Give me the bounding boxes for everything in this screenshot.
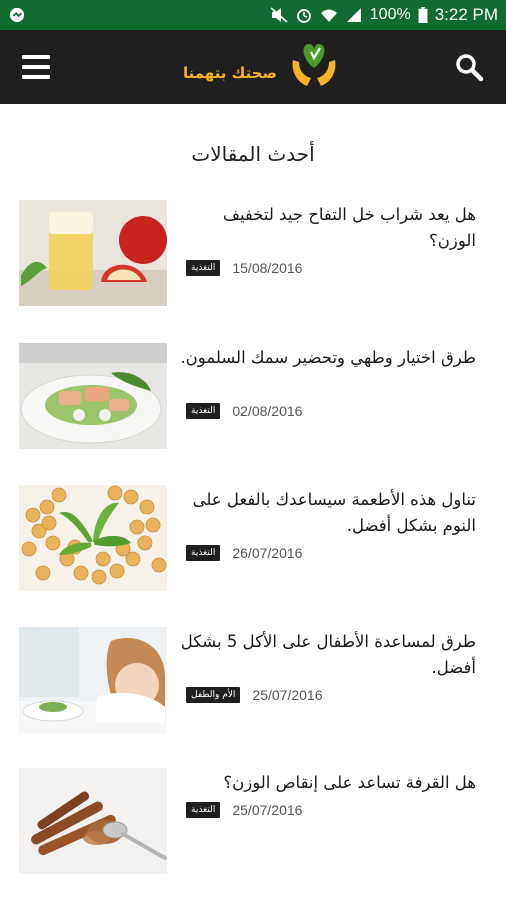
article-title[interactable]: هل القرفة تساعد على إنقاص الوزن؟ bbox=[180, 770, 476, 796]
logo-text: صحتك بتهمنا bbox=[182, 64, 278, 82]
article-title[interactable]: طرق اختيار وطهي وتحضير سمك السلمون. bbox=[180, 345, 476, 371]
clock: 3:22 PM bbox=[434, 5, 498, 24]
signal-icon bbox=[346, 8, 361, 22]
status-left bbox=[8, 7, 26, 23]
article-thumbnail[interactable] bbox=[19, 343, 167, 449]
status-right: 100% 3:22 PM bbox=[270, 5, 498, 25]
search-icon bbox=[456, 54, 484, 82]
menu-button[interactable] bbox=[20, 52, 54, 82]
wifi-icon bbox=[320, 9, 337, 22]
app-bar: صحتك بتهمنا bbox=[0, 30, 506, 104]
article-meta: الأم والطفل 25/07/2016 bbox=[186, 687, 323, 703]
article-date: 15/08/2016 bbox=[232, 260, 303, 276]
article-thumbnail[interactable] bbox=[19, 200, 167, 306]
article-item[interactable]: طرق لمساعدة الأطفال على الأكل 5 بشكل أفض… bbox=[0, 627, 506, 737]
article-title[interactable]: هل يعد شراب خل التفاح جيد لتخفيف الوزن؟ bbox=[180, 202, 476, 254]
search-button[interactable] bbox=[454, 52, 484, 82]
article-date: 02/08/2016 bbox=[232, 403, 303, 419]
article-thumbnail[interactable] bbox=[19, 768, 167, 874]
article-date: 25/07/2016 bbox=[252, 687, 323, 703]
child-eating-image bbox=[19, 627, 167, 733]
cinnamon-image bbox=[19, 768, 167, 874]
article-date: 25/07/2016 bbox=[232, 802, 303, 818]
article-item[interactable]: تناول هذه الأطعمة سيساعدك بالفعل على الن… bbox=[0, 485, 506, 595]
article-thumbnail[interactable] bbox=[19, 485, 167, 591]
category-badge[interactable]: التغذية bbox=[186, 260, 221, 276]
category-badge[interactable]: التغذية bbox=[186, 403, 221, 419]
apple-vinegar-image bbox=[19, 200, 167, 306]
chickpeas-image bbox=[19, 485, 167, 591]
heart-hands-logo-icon bbox=[292, 44, 336, 86]
article-item[interactable]: هل يعد شراب خل التفاح جيد لتخفيف الوزن؟ … bbox=[0, 200, 506, 310]
battery-percent: 100% bbox=[369, 6, 411, 23]
battery-icon bbox=[418, 7, 428, 23]
app-logo[interactable]: صحتك بتهمنا bbox=[165, 36, 345, 98]
article-meta: التغذية 25/07/2016 bbox=[186, 802, 302, 818]
category-badge[interactable]: التغذية bbox=[186, 545, 221, 561]
article-item[interactable]: هل القرفة تساعد على إنقاص الوزن؟ التغذية… bbox=[0, 768, 506, 878]
notification-icon bbox=[9, 7, 25, 23]
article-title[interactable]: تناول هذه الأطعمة سيساعدك بالفعل على الن… bbox=[180, 487, 476, 539]
hamburger-icon bbox=[22, 55, 50, 79]
category-badge[interactable]: التغذية bbox=[186, 802, 221, 818]
alarm-icon bbox=[296, 9, 311, 23]
status-bar: 100% 3:22 PM bbox=[0, 0, 506, 30]
article-date: 26/07/2016 bbox=[232, 545, 303, 561]
salmon-dish-image bbox=[19, 343, 167, 449]
article-meta: التغذية 02/08/2016 bbox=[186, 403, 302, 419]
article-meta: التغذية 26/07/2016 bbox=[186, 545, 302, 561]
article-thumbnail[interactable] bbox=[19, 627, 167, 733]
category-badge[interactable]: الأم والطفل bbox=[186, 687, 241, 703]
article-meta: التغذية 15/08/2016 bbox=[186, 260, 302, 276]
section-title: أحدث المقالات bbox=[191, 142, 315, 166]
article-item[interactable]: طرق اختيار وطهي وتحضير سمك السلمون. التغ… bbox=[0, 343, 506, 453]
article-title[interactable]: طرق لمساعدة الأطفال على الأكل 5 بشكل أفض… bbox=[180, 629, 476, 681]
mute-icon bbox=[270, 7, 288, 23]
